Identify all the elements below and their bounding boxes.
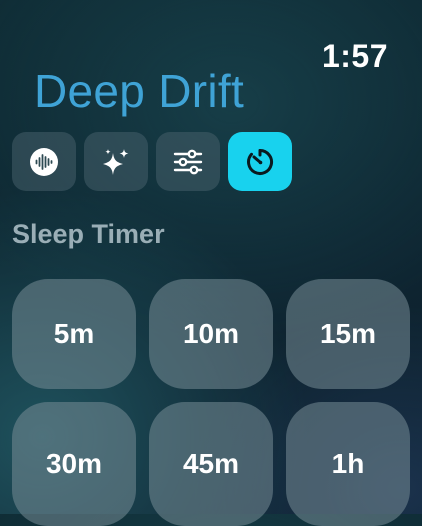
timer-option-1h[interactable]: 1h [286, 402, 410, 526]
tab-mixer[interactable] [156, 132, 220, 191]
tab-sound[interactable] [12, 132, 76, 191]
timer-options-grid: 5m 10m 15m 30m 45m 1h [12, 279, 410, 526]
timer-icon [247, 148, 274, 175]
timer-option-5m[interactable]: 5m [12, 279, 136, 389]
timer-option-45m[interactable]: 45m [149, 402, 273, 526]
timer-option-15m[interactable]: 15m [286, 279, 410, 389]
sliders-icon [173, 149, 203, 174]
timer-option-30m[interactable]: 30m [12, 402, 136, 526]
tab-timer[interactable] [228, 132, 292, 191]
sparkles-icon [103, 148, 129, 175]
status-time: 1:57 [321, 38, 388, 74]
app-title: Deep Drift [34, 65, 245, 117]
tab-effects[interactable] [84, 132, 148, 191]
tab-bar [12, 132, 292, 191]
section-title-sleep-timer: Sleep Timer [12, 219, 165, 249]
waveform-icon [30, 147, 58, 176]
timer-option-10m[interactable]: 10m [149, 279, 273, 389]
